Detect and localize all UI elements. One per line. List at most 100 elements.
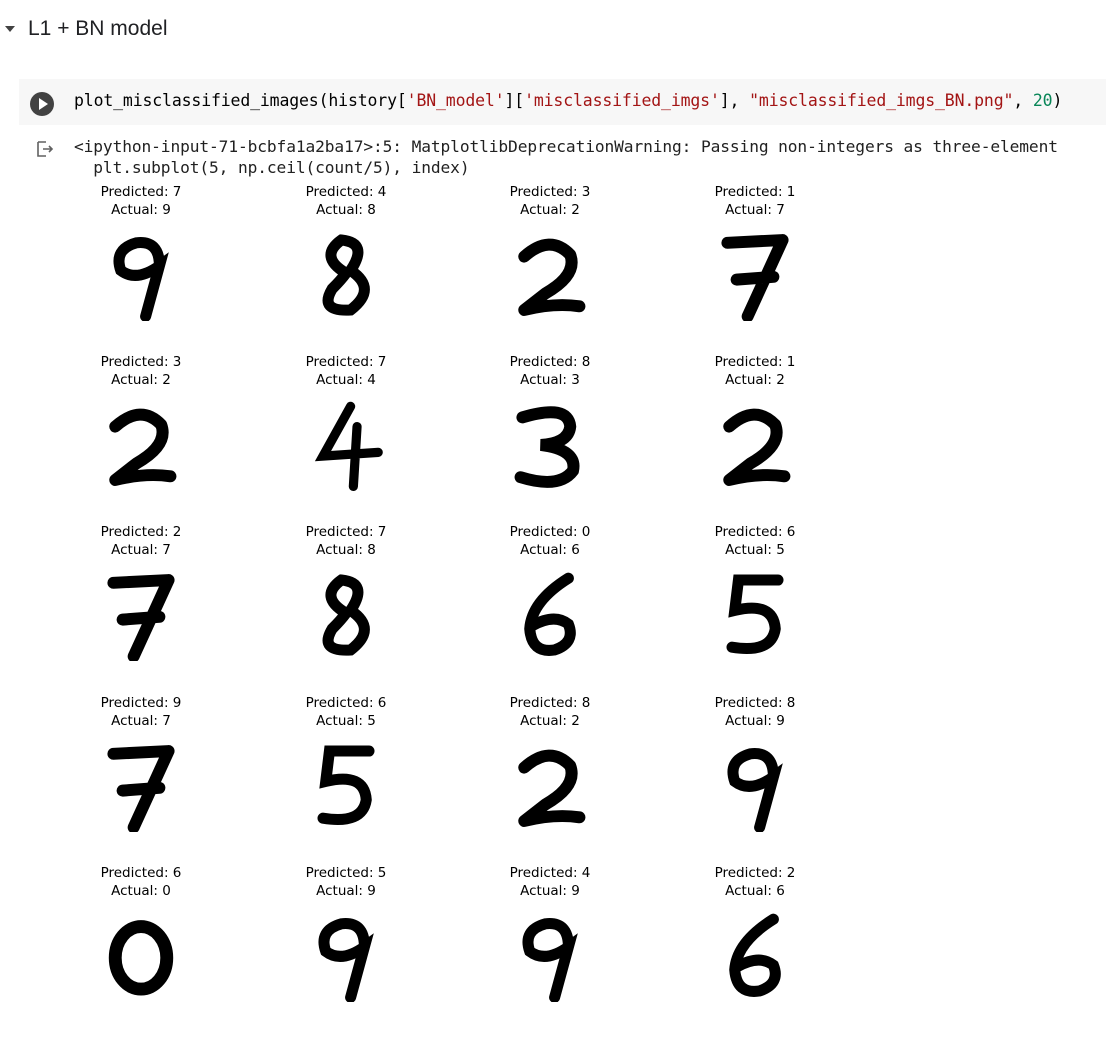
subplot-title: Predicted: 7 Actual: 9 [71, 183, 211, 219]
actual-label: Actual: 8 [316, 202, 376, 218]
actual-label: Actual: 2 [520, 713, 580, 729]
digit-image [107, 574, 175, 661]
digit-image [109, 408, 177, 486]
subplot-title: Predicted: 6 Actual: 0 [71, 864, 211, 900]
warning-line: <ipython-input-71-bcbfa1a2ba17>:5: Matpl… [74, 137, 1058, 156]
digit-image [518, 749, 586, 827]
digit-image [322, 574, 370, 656]
actual-label: Actual: 9 [316, 883, 376, 899]
misclassified-subplot: Predicted: 8 Actual: 2 [480, 694, 620, 864]
misclassified-subplot: Predicted: 2 Actual: 7 [71, 523, 211, 693]
predicted-label: Predicted: 4 [305, 184, 387, 200]
misclassified-subplot: Predicted: 3 Actual: 2 [71, 353, 211, 523]
digit-image [727, 748, 783, 832]
digit-image [318, 918, 374, 1002]
predicted-label: Predicted: 1 [714, 184, 796, 200]
digit-image [314, 401, 383, 491]
subplot-title: Predicted: 9 Actual: 7 [71, 694, 211, 730]
digit-image [317, 745, 375, 825]
actual-label: Actual: 7 [725, 202, 785, 218]
section-title: L1 + BN model [28, 17, 168, 40]
predicted-label: Predicted: 8 [714, 695, 796, 711]
actual-label: Actual: 2 [520, 202, 580, 218]
digit-image [522, 918, 578, 1002]
code-string: 'misclassified_imgs' [524, 91, 720, 110]
actual-label: Actual: 6 [520, 542, 580, 558]
misclassified-subplot: Predicted: 6 Actual: 5 [276, 694, 416, 864]
actual-label: Actual: 6 [725, 883, 785, 899]
code-punct: ][ [504, 91, 525, 110]
digit-image [113, 237, 169, 321]
predicted-label: Predicted: 7 [100, 184, 182, 200]
misclassified-subplot: Predicted: 3 Actual: 2 [480, 183, 620, 353]
predicted-label: Predicted: 2 [714, 865, 796, 881]
actual-label: Actual: 0 [111, 883, 171, 899]
digit-image [518, 238, 586, 316]
actual-label: Actual: 7 [111, 542, 171, 558]
actual-label: Actual: 9 [520, 883, 580, 899]
code-string: "misclassified_imgs_BN.png" [749, 91, 1014, 110]
misclassified-subplot: Predicted: 7 Actual: 9 [71, 183, 211, 353]
misclassified-subplot: Predicted: 6 Actual: 5 [685, 523, 825, 693]
predicted-label: Predicted: 7 [305, 354, 387, 370]
subplot-title: Predicted: 0 Actual: 6 [480, 523, 620, 559]
code-punct: , [1013, 91, 1033, 110]
predicted-label: Predicted: 6 [714, 524, 796, 540]
predicted-label: Predicted: 7 [305, 524, 387, 540]
misclassified-subplot: Predicted: 8 Actual: 9 [685, 694, 825, 864]
digit-image [107, 745, 175, 832]
play-circle-icon[interactable] [30, 92, 54, 116]
digit-image [524, 572, 576, 656]
subplot-title: Predicted: 6 Actual: 5 [685, 523, 825, 559]
code-line[interactable]: plot_misclassified_images(history['BN_mo… [74, 91, 1062, 110]
misclassified-subplot: Predicted: 1 Actual: 2 [685, 353, 825, 523]
digit-image [322, 234, 370, 316]
caret-down-icon[interactable] [5, 26, 15, 32]
code-cell[interactable]: plot_misclassified_images(history['BN_mo… [19, 79, 1106, 125]
subplot-title: Predicted: 2 Actual: 7 [71, 523, 211, 559]
actual-label: Actual: 2 [111, 372, 171, 388]
digit-image [514, 406, 580, 488]
actual-label: Actual: 3 [520, 372, 580, 388]
subplot-title: Predicted: 3 Actual: 2 [480, 183, 620, 219]
output-arrow-icon[interactable] [36, 140, 54, 158]
subplot-title: Predicted: 8 Actual: 9 [685, 694, 825, 730]
subplot-title: Predicted: 1 Actual: 7 [685, 183, 825, 219]
actual-label: Actual: 5 [316, 713, 376, 729]
digit-image [729, 913, 781, 997]
warning-output: <ipython-input-71-bcbfa1a2ba17>:5: Matpl… [74, 136, 1058, 178]
subplot-title: Predicted: 4 Actual: 9 [480, 864, 620, 900]
predicted-label: Predicted: 5 [305, 865, 387, 881]
code-punct: ], [719, 91, 750, 110]
subplot-title: Predicted: 8 Actual: 2 [480, 694, 620, 730]
digit-image [721, 234, 789, 321]
misclassified-subplot: Predicted: 7 Actual: 8 [276, 523, 416, 693]
subplot-title: Predicted: 5 Actual: 9 [276, 864, 416, 900]
misclassified-subplot: Predicted: 7 Actual: 4 [276, 353, 416, 523]
misclassified-subplot: Predicted: 0 Actual: 6 [480, 523, 620, 693]
predicted-label: Predicted: 9 [100, 695, 182, 711]
actual-label: Actual: 8 [316, 542, 376, 558]
misclassified-subplot: Predicted: 4 Actual: 9 [480, 864, 620, 1034]
misclassified-subplot: Predicted: 9 Actual: 7 [71, 694, 211, 864]
misclassified-subplot: Predicted: 1 Actual: 7 [685, 183, 825, 353]
code-number: 20 [1032, 91, 1053, 110]
warning-line: plt.subplot(5, np.ceil(count/5), index) [74, 158, 470, 177]
predicted-label: Predicted: 4 [509, 865, 591, 881]
misclassified-subplot: Predicted: 6 Actual: 0 [71, 864, 211, 1034]
subplot-title: Predicted: 1 Actual: 2 [685, 353, 825, 389]
predicted-label: Predicted: 3 [100, 354, 182, 370]
predicted-label: Predicted: 8 [509, 695, 591, 711]
actual-label: Actual: 2 [725, 372, 785, 388]
digit-image [108, 920, 174, 996]
actual-label: Actual: 4 [316, 372, 376, 388]
subplot-title: Predicted: 2 Actual: 6 [685, 864, 825, 900]
code-punct: ) [1052, 91, 1063, 110]
section-header[interactable]: L1 + BN model [0, 12, 168, 46]
digit-image [726, 574, 784, 654]
misclassified-subplot: Predicted: 2 Actual: 6 [685, 864, 825, 1034]
predicted-label: Predicted: 1 [714, 354, 796, 370]
actual-label: Actual: 7 [111, 713, 171, 729]
predicted-label: Predicted: 2 [100, 524, 182, 540]
misclassified-subplot: Predicted: 4 Actual: 8 [276, 183, 416, 353]
